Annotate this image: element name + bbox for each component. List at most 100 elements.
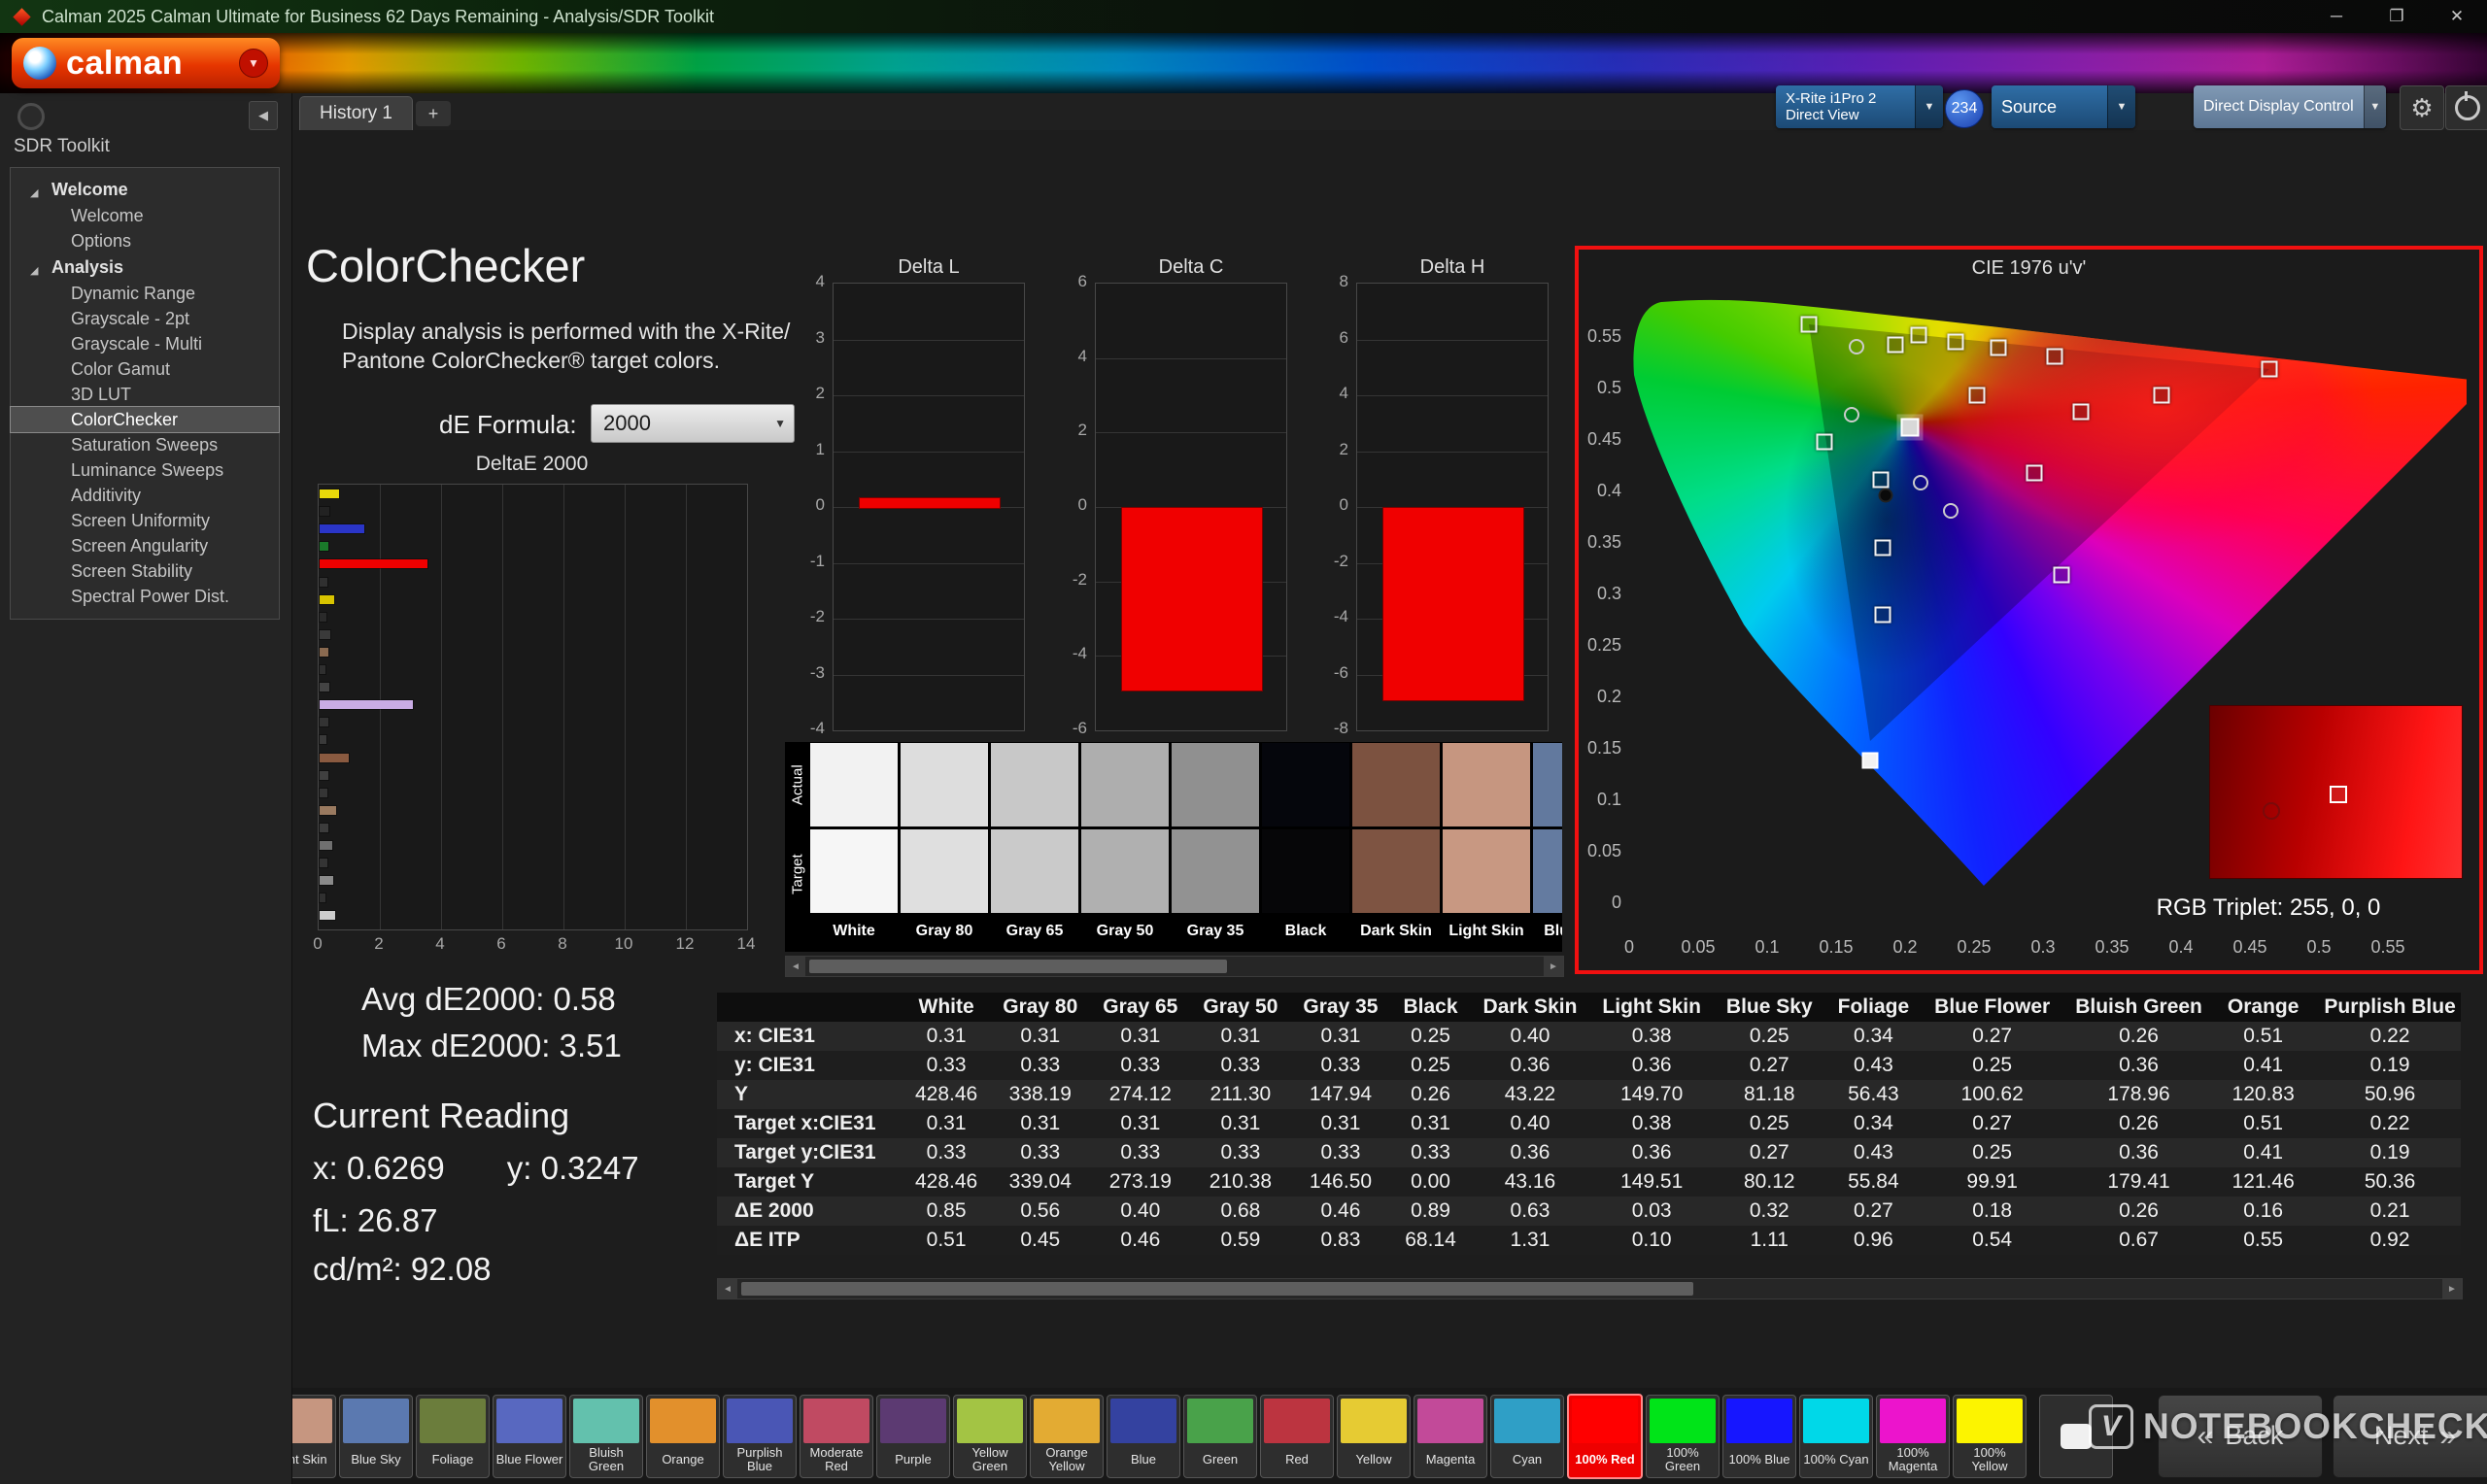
patch-button-blue-sky[interactable]: Blue Sky xyxy=(339,1394,413,1478)
source-selector[interactable]: Source ▼ xyxy=(1992,85,2135,128)
table-cell: 0.31 xyxy=(926,1112,967,1134)
cie-target-square xyxy=(1872,471,1890,489)
sidebar-item-welcome[interactable]: Welcome xyxy=(11,203,279,228)
patch-button-magenta[interactable]: Magenta xyxy=(1414,1394,1487,1478)
table-cell: 0.25 xyxy=(1749,1112,1789,1134)
logo-menu-caret-icon[interactable]: ▼ xyxy=(239,49,268,78)
scroll-left-icon[interactable]: ◄ xyxy=(786,957,805,976)
deltae-bar xyxy=(320,859,327,868)
sidebar-item-screen-angularity[interactable]: Screen Angularity xyxy=(11,533,279,558)
calman-logo-button[interactable]: calman ▼ xyxy=(12,38,280,88)
y-tick-label: 4 xyxy=(1339,384,1348,402)
patch-button-foliage[interactable]: Foliage xyxy=(416,1394,490,1478)
display-control-selector[interactable]: Direct Display Control ▼ xyxy=(2194,85,2386,128)
patch-button-yellow-green[interactable]: Yellow Green xyxy=(953,1394,1027,1478)
cie-target-square xyxy=(2261,360,2278,378)
patch-button-green[interactable]: Green xyxy=(1183,1394,1257,1478)
patch-swatch xyxy=(650,1398,716,1443)
minimize-button[interactable]: ─ xyxy=(2306,0,2367,33)
close-button[interactable]: ✕ xyxy=(2427,0,2487,33)
scrollbar-thumb[interactable] xyxy=(741,1282,1693,1296)
patch-button-light-skin[interactable]: Light Skin xyxy=(291,1394,336,1478)
y-tick-label: 8 xyxy=(1339,272,1348,290)
patch-button-100-blue[interactable]: 100% Blue xyxy=(1722,1394,1796,1478)
chevron-down-icon[interactable]: ▼ xyxy=(2363,85,2386,128)
deltae-bar xyxy=(320,841,333,850)
patch-button-100-magenta[interactable]: 100% Magenta xyxy=(1876,1394,1950,1478)
patch-label: Blue xyxy=(1130,1452,1157,1467)
table-scrollbar[interactable]: ◄ ► xyxy=(717,1278,2463,1299)
patch-button-bluish-green[interactable]: Bluish Green xyxy=(569,1394,643,1478)
tab-history-1[interactable]: History 1 xyxy=(299,96,413,130)
patch-button-red[interactable]: Red xyxy=(1260,1394,1334,1478)
table-cell: 0.31 xyxy=(1020,1112,1061,1134)
table-cell: 0.45 xyxy=(1020,1229,1061,1251)
maximize-button[interactable]: ❐ xyxy=(2367,0,2427,33)
delta-bar xyxy=(1382,507,1524,702)
patch-button-100-red[interactable]: 100% Red xyxy=(1567,1393,1643,1479)
patch-button-blue-flower[interactable]: Blue Flower xyxy=(493,1394,566,1478)
patch-button-cyan[interactable]: Cyan xyxy=(1490,1394,1564,1478)
scroll-right-icon[interactable]: ► xyxy=(1544,957,1563,976)
patch-button-purplish-blue[interactable]: Purplish Blue xyxy=(723,1394,797,1478)
y-tick-label: -4 xyxy=(1072,644,1087,663)
table-cell: 0.31 xyxy=(1020,1025,1061,1047)
sidebar-item-screen-stability[interactable]: Screen Stability xyxy=(11,558,279,584)
patch-swatch xyxy=(1341,1398,1407,1443)
display-control-label: Direct Display Control xyxy=(2203,98,2354,115)
cie-chart[interactable]: CIE 1976 u'v' RGB Triplet: 255, 0, 0 0 0.… xyxy=(1575,246,2483,974)
meter-selector[interactable]: X-Rite i1Pro 2 Direct View ▼ xyxy=(1776,85,1943,128)
chevron-down-icon[interactable]: ▼ xyxy=(2107,85,2135,128)
table-cell: 338.19 xyxy=(1008,1083,1072,1105)
back-button[interactable]: « Back xyxy=(2158,1394,2323,1478)
table-cell: 0.25 xyxy=(1749,1025,1789,1047)
sidebar-item-screen-uniformity[interactable]: Screen Uniformity xyxy=(11,508,279,533)
sidebar-collapse-button[interactable]: ◀ xyxy=(249,101,278,130)
sidebar-item-colorchecker[interactable]: ColorChecker xyxy=(10,406,280,433)
display-pattern-button[interactable] xyxy=(2039,1394,2113,1478)
patch-button-100-yellow[interactable]: 100% Yellow xyxy=(1953,1394,2027,1478)
tree-group-welcome[interactable]: ◢ Welcome xyxy=(11,176,279,203)
tree-group-analysis[interactable]: ◢ Analysis xyxy=(11,253,279,281)
table-cell: 0.27 xyxy=(1972,1025,2013,1047)
x-tick-label: 0.05 xyxy=(1681,937,1716,957)
table-cell: 0.63 xyxy=(1510,1199,1550,1222)
table-cell: 0.33 xyxy=(1320,1054,1361,1076)
delta-bar xyxy=(859,496,1001,509)
patch-button-blue[interactable]: Blue xyxy=(1107,1394,1180,1478)
settings-button[interactable]: ⚙ xyxy=(2400,85,2444,130)
scroll-right-icon[interactable]: ► xyxy=(2442,1279,2462,1298)
strip-patch-gray-35: Gray 35 xyxy=(1172,742,1259,952)
swatch-scrollbar[interactable]: ◄ ► xyxy=(785,956,1564,977)
patch-button-moderate-red[interactable]: Moderate Red xyxy=(800,1394,873,1478)
sidebar-item-3d-lut[interactable]: 3D LUT xyxy=(11,382,279,407)
patch-button-100-green[interactable]: 100% Green xyxy=(1646,1394,1720,1478)
patch-button-orange-yellow[interactable]: Orange Yellow xyxy=(1030,1394,1104,1478)
power-button[interactable] xyxy=(2445,85,2487,130)
patch-button-yellow[interactable]: Yellow xyxy=(1337,1394,1411,1478)
sidebar-item-dynamic-range[interactable]: Dynamic Range xyxy=(11,281,279,306)
sidebar-item-saturation-sweeps[interactable]: Saturation Sweeps xyxy=(11,432,279,457)
next-button[interactable]: Next » xyxy=(2333,1394,2487,1478)
scroll-left-icon[interactable]: ◄ xyxy=(718,1279,737,1298)
col-header-dark-skin: Dark Skin xyxy=(1470,993,1590,1022)
patch-button-orange[interactable]: Orange xyxy=(646,1394,720,1478)
sidebar-item-additivity[interactable]: Additivity xyxy=(11,483,279,508)
sidebar-item-grayscale-multi[interactable]: Grayscale - Multi xyxy=(11,331,279,356)
gridline xyxy=(1357,451,1548,453)
patch-button-purple[interactable]: Purple xyxy=(876,1394,950,1478)
sidebar-item-color-gamut[interactable]: Color Gamut xyxy=(11,356,279,382)
table-cell: 0.59 xyxy=(1220,1229,1261,1251)
page-description: Display analysis is performed with the X… xyxy=(342,319,791,373)
sidebar-item-luminance-sweeps[interactable]: Luminance Sweeps xyxy=(11,457,279,483)
add-tab-button[interactable]: + xyxy=(415,101,451,126)
scrollbar-thumb[interactable] xyxy=(809,960,1227,973)
sidebar-item-spectral-power-dist[interactable]: Spectral Power Dist. xyxy=(11,584,279,609)
gridline xyxy=(834,619,1024,620)
y-tick-label: 0.15 xyxy=(1586,738,1621,758)
chevron-down-icon[interactable]: ▼ xyxy=(1915,85,1943,128)
patch-button-100-cyan[interactable]: 100% Cyan xyxy=(1799,1394,1873,1478)
sidebar-item-grayscale-2pt[interactable]: Grayscale - 2pt xyxy=(11,306,279,331)
de-formula-select[interactable]: 2000 ▼ xyxy=(591,404,795,443)
sidebar-item-options[interactable]: Options xyxy=(11,228,279,253)
